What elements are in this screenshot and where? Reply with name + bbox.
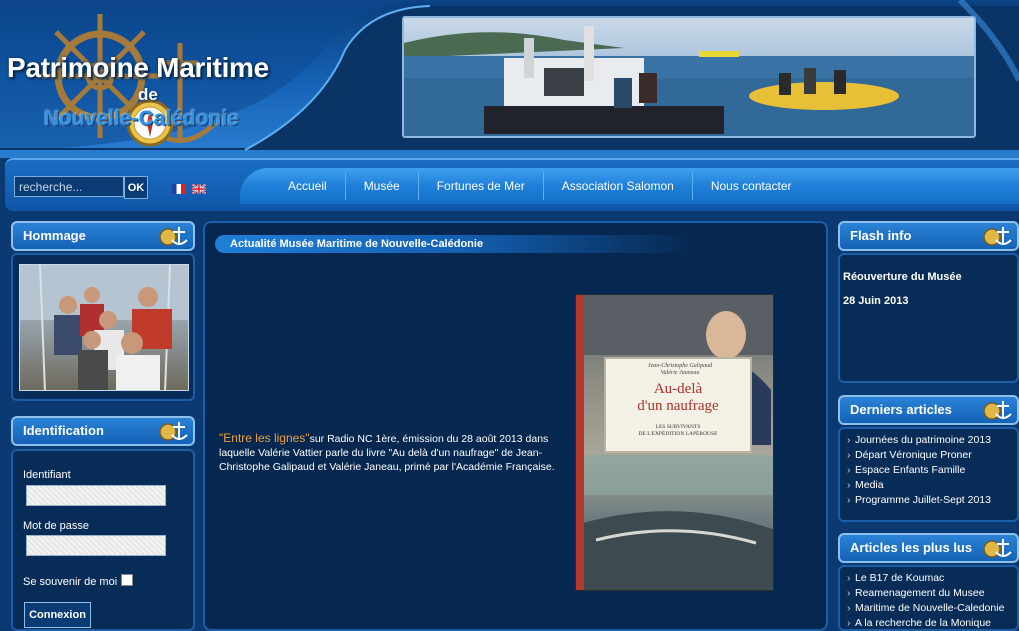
book-authors: Jean-Christophe Galipaud Valérie Jauneau	[647, 363, 713, 376]
site-subtitle: Nouvelle-Calédonie	[44, 107, 239, 130]
nav-accueil[interactable]: Accueil	[270, 172, 345, 200]
article-text: "Entre les lignes"sur Radio NC 1ère, émi…	[219, 431, 564, 474]
book-subtitle: LES SURVIVANTS DE L'EXPÉDITION LAPÉROUSE	[638, 424, 718, 437]
list-item[interactable]: Espace Enfants Famille	[847, 463, 991, 478]
nav-fortunes-de-mer[interactable]: Fortunes de Mer	[417, 172, 543, 200]
flash-info-title: Flash info	[850, 228, 912, 243]
remember-label: Se souvenir de moi	[23, 576, 118, 588]
article-link[interactable]: "Entre les lignes"	[219, 431, 310, 445]
popular-articles-list: Le B17 de Koumac Reamenagement du Musee …	[847, 571, 1004, 631]
book-cover-image[interactable]: Jean-Christophe Galipaud Valérie Jauneau …	[575, 294, 774, 591]
popular-articles-title: Articles les plus lus	[850, 540, 973, 555]
list-item[interactable]: Départ Véronique Proner	[847, 448, 991, 463]
content-title: Actualité Musée Maritime de Nouvelle-Cal…	[230, 238, 484, 250]
flash-info-panel-header: Flash info	[838, 221, 1019, 251]
recent-articles-title: Derniers articles	[850, 402, 952, 417]
search-button[interactable]: OK	[124, 176, 148, 199]
list-item[interactable]: Maritime de Nouvelle-Caledonie	[847, 601, 1004, 616]
popular-articles-panel-header: Articles les plus lus	[838, 533, 1019, 563]
recent-articles-panel-header: Derniers articles	[838, 395, 1019, 425]
anchor-icon	[159, 227, 188, 246]
uk-flag-icon[interactable]	[192, 184, 206, 194]
main-menu: Accueil Musée Fortunes de Mer Associatio…	[240, 168, 1019, 204]
username-label: Identifiant	[23, 469, 71, 481]
nav-musee[interactable]: Musée	[344, 172, 418, 200]
site-title: Patrimoine Maritime	[7, 52, 269, 83]
book-title-label: Jean-Christophe Galipaud Valérie Jauneau …	[604, 357, 752, 453]
hommage-panel-header: Hommage	[11, 221, 195, 251]
hommage-photo	[19, 264, 189, 391]
header-banner-photo	[402, 16, 976, 138]
identification-title: Identification	[23, 423, 104, 438]
identification-panel-header: Identification	[11, 416, 195, 446]
flash-info-line-1: Réouverture du Musée	[843, 271, 962, 283]
flash-info-line-2: 28 Juin 2013	[843, 295, 909, 307]
list-item[interactable]: A la recherche de la Monique	[847, 616, 1004, 631]
navigation-bar: OK Accueil Musée Fortunes de Mer Associa…	[5, 158, 1019, 211]
list-item[interactable]: Le B17 de Koumac	[847, 571, 1004, 586]
list-item[interactable]: Programme Juillet-Sept 2013	[847, 493, 991, 508]
hommage-title: Hommage	[23, 228, 86, 243]
remember-checkbox[interactable]	[121, 574, 133, 586]
anchor-icon	[983, 539, 1012, 558]
anchor-icon	[983, 227, 1012, 246]
book-title: Au-delà d'un naufrage	[637, 381, 719, 414]
recent-articles-list: Journées du patrimoine 2013 Départ Véron…	[847, 433, 991, 508]
list-item[interactable]: Media	[847, 478, 991, 493]
login-button[interactable]: Connexion	[24, 602, 91, 628]
nav-association-salomon[interactable]: Association Salomon	[542, 172, 692, 200]
list-item[interactable]: Journées du patrimoine 2013	[847, 433, 991, 448]
search-input[interactable]	[14, 176, 124, 197]
username-input[interactable]	[26, 485, 166, 506]
anchor-icon	[983, 401, 1012, 420]
nav-nous-contacter[interactable]: Nous contacter	[691, 172, 810, 200]
password-input[interactable]	[26, 535, 166, 556]
fr-flag-icon[interactable]	[172, 184, 186, 194]
password-label: Mot de passe	[23, 520, 90, 532]
anchor-icon	[159, 422, 188, 441]
list-item[interactable]: Reamenagement du Musee	[847, 586, 1004, 601]
site-title-de: de	[138, 85, 158, 104]
site-header: Patrimoine Maritime de Nouvelle-Calédoni…	[0, 0, 1019, 158]
